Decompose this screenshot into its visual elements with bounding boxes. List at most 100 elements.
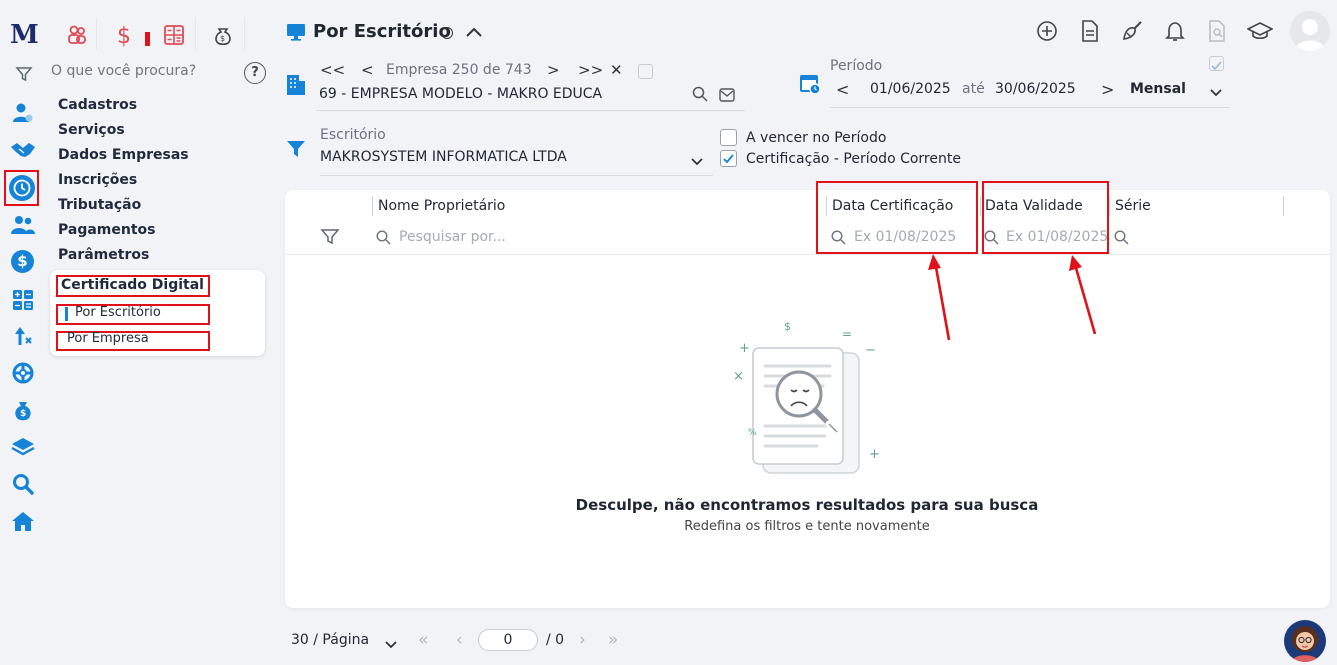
filter-icon[interactable]	[11, 61, 37, 87]
period-end[interactable]: 30/06/2025	[995, 81, 1076, 97]
office-select[interactable]: MAKROSYSTEM INFORMATICA LTDA	[320, 149, 567, 165]
dollar-quick-icon[interactable]: $	[111, 22, 137, 48]
period-underline	[830, 107, 1230, 108]
home-icon[interactable]	[10, 508, 36, 534]
period-until: até	[962, 81, 985, 97]
current-period-checkbox[interactable]	[720, 150, 737, 167]
period-next-button[interactable]: >	[1101, 80, 1114, 99]
app-logo[interactable]: M	[10, 20, 39, 50]
column-separator	[980, 196, 981, 216]
menu-item-cadastros[interactable]: Cadastros	[58, 97, 137, 113]
owner-search-icon	[376, 230, 391, 249]
last-company-button[interactable]: >>	[578, 61, 603, 79]
svg-text:$: $	[220, 34, 225, 43]
help-icon[interactable]: ?	[244, 62, 266, 84]
due-in-period-label: A vencer no Período	[746, 130, 887, 146]
next-company-button[interactable]: >	[547, 61, 560, 79]
percent-mark: %	[748, 428, 757, 438]
submenu-active-marker	[65, 307, 68, 321]
plus-mark: +	[739, 341, 750, 356]
money-bag-quick-icon[interactable]: $	[210, 22, 236, 48]
per-page-chevron-icon[interactable]	[384, 635, 398, 654]
page-title: Por Escritório	[313, 21, 451, 42]
layers-icon[interactable]	[10, 434, 36, 460]
chevron-down-icon[interactable]	[1209, 83, 1223, 102]
menu-item-dados-empresas[interactable]: Dados Empresas	[58, 147, 189, 163]
column-header-owner[interactable]: Nome Proprietário	[378, 198, 505, 214]
due-in-period-checkbox[interactable]	[720, 129, 737, 146]
plus-mark: +	[869, 447, 880, 462]
graduation-cap-icon[interactable]	[1246, 21, 1274, 45]
last-page-button[interactable]: »	[608, 630, 618, 650]
submenu-title[interactable]: Certificado Digital	[61, 277, 204, 293]
next-page-button[interactable]: ›	[579, 630, 586, 650]
column-separator	[1109, 196, 1110, 216]
building-icon	[286, 72, 306, 100]
submenu-item-por-empresa[interactable]: Por Empresa	[67, 331, 149, 346]
user-settings-icon[interactable]	[10, 100, 36, 126]
period-type-select[interactable]: Mensal	[1130, 81, 1186, 97]
page-number-input[interactable]: 0	[478, 629, 538, 651]
clock-icon[interactable]	[9, 175, 35, 201]
series-search-icon	[1114, 230, 1129, 249]
menu-item-pagamentos[interactable]: Pagamentos	[58, 222, 156, 238]
network-icon[interactable]	[10, 360, 36, 386]
times-mark: ×	[733, 369, 744, 384]
column-separator	[372, 196, 373, 216]
company-value[interactable]: 69 - EMPRESA MODELO - MAKRO EDUCA	[319, 86, 602, 102]
broom-icon[interactable]	[1121, 19, 1145, 47]
menu-item-parametros[interactable]: Parâmetros	[58, 247, 149, 263]
validity-column-highlight	[982, 181, 1109, 254]
chevron-up-icon[interactable]	[465, 24, 483, 43]
menu-item-servicos[interactable]: Serviços	[58, 122, 125, 138]
quick-bar	[64, 22, 90, 48]
funnel-icon	[286, 139, 306, 163]
menu-item-tributacao[interactable]: Tributação	[58, 197, 141, 213]
first-page-button[interactable]: «	[418, 630, 428, 650]
monitor-icon	[286, 23, 306, 45]
company-checkbox[interactable]	[638, 64, 653, 79]
column-header-series[interactable]: Série	[1115, 198, 1151, 214]
period-start[interactable]: 01/06/2025	[870, 81, 951, 97]
calendar-icon	[799, 72, 821, 98]
annotation-arrows	[928, 254, 1097, 341]
office-chevron-icon[interactable]	[690, 152, 704, 171]
calculator-icon[interactable]	[10, 287, 36, 313]
info-icon[interactable]: i	[441, 27, 453, 39]
menu-item-inscricoes[interactable]: Inscrições	[58, 172, 137, 188]
prev-company-button[interactable]: <	[361, 61, 374, 79]
search-input[interactable]	[51, 63, 241, 79]
period-checkbox[interactable]	[1209, 56, 1224, 71]
dollar-circle-icon[interactable]: $	[11, 250, 34, 273]
table-filter-icon[interactable]	[320, 228, 340, 250]
close-company-button[interactable]: ✕	[610, 61, 623, 79]
bell-icon[interactable]	[1165, 20, 1185, 46]
add-icon[interactable]	[1036, 20, 1058, 46]
assistant-avatar[interactable]	[1284, 620, 1326, 662]
document-icon[interactable]	[1080, 20, 1100, 46]
users-quick-icon[interactable]	[64, 22, 90, 48]
avatar[interactable]	[1290, 11, 1330, 51]
company-search-icon[interactable]	[692, 86, 708, 106]
period-label: Período	[830, 58, 883, 74]
equals-mark: =	[842, 327, 853, 341]
transfer-icon[interactable]	[10, 323, 36, 349]
quick-active-marker	[145, 32, 150, 46]
current-period-label: Certificação - Período Corrente	[746, 151, 961, 167]
submenu-item-por-escritorio[interactable]: Por Escritório	[75, 305, 161, 320]
mail-icon[interactable]	[719, 87, 735, 106]
prev-page-button[interactable]: ‹	[456, 630, 463, 650]
dollar-mark: $	[784, 320, 791, 333]
period-prev-button[interactable]: <	[836, 80, 849, 99]
people-icon[interactable]	[10, 212, 36, 238]
per-page-select[interactable]: 30 / Página	[291, 632, 369, 648]
owner-filter-input[interactable]: Pesquisar por...	[399, 229, 506, 245]
calculator-quick-icon[interactable]	[161, 22, 187, 48]
handshake-icon[interactable]	[10, 137, 36, 163]
magnifier-icon[interactable]	[10, 471, 36, 497]
first-company-button[interactable]: <<	[320, 61, 345, 79]
company-position-label: Empresa 250 de 743	[386, 62, 532, 78]
money-bag-icon[interactable]: $	[10, 397, 36, 423]
document-search-icon[interactable]	[1207, 20, 1227, 46]
svg-text:$: $	[20, 409, 26, 419]
